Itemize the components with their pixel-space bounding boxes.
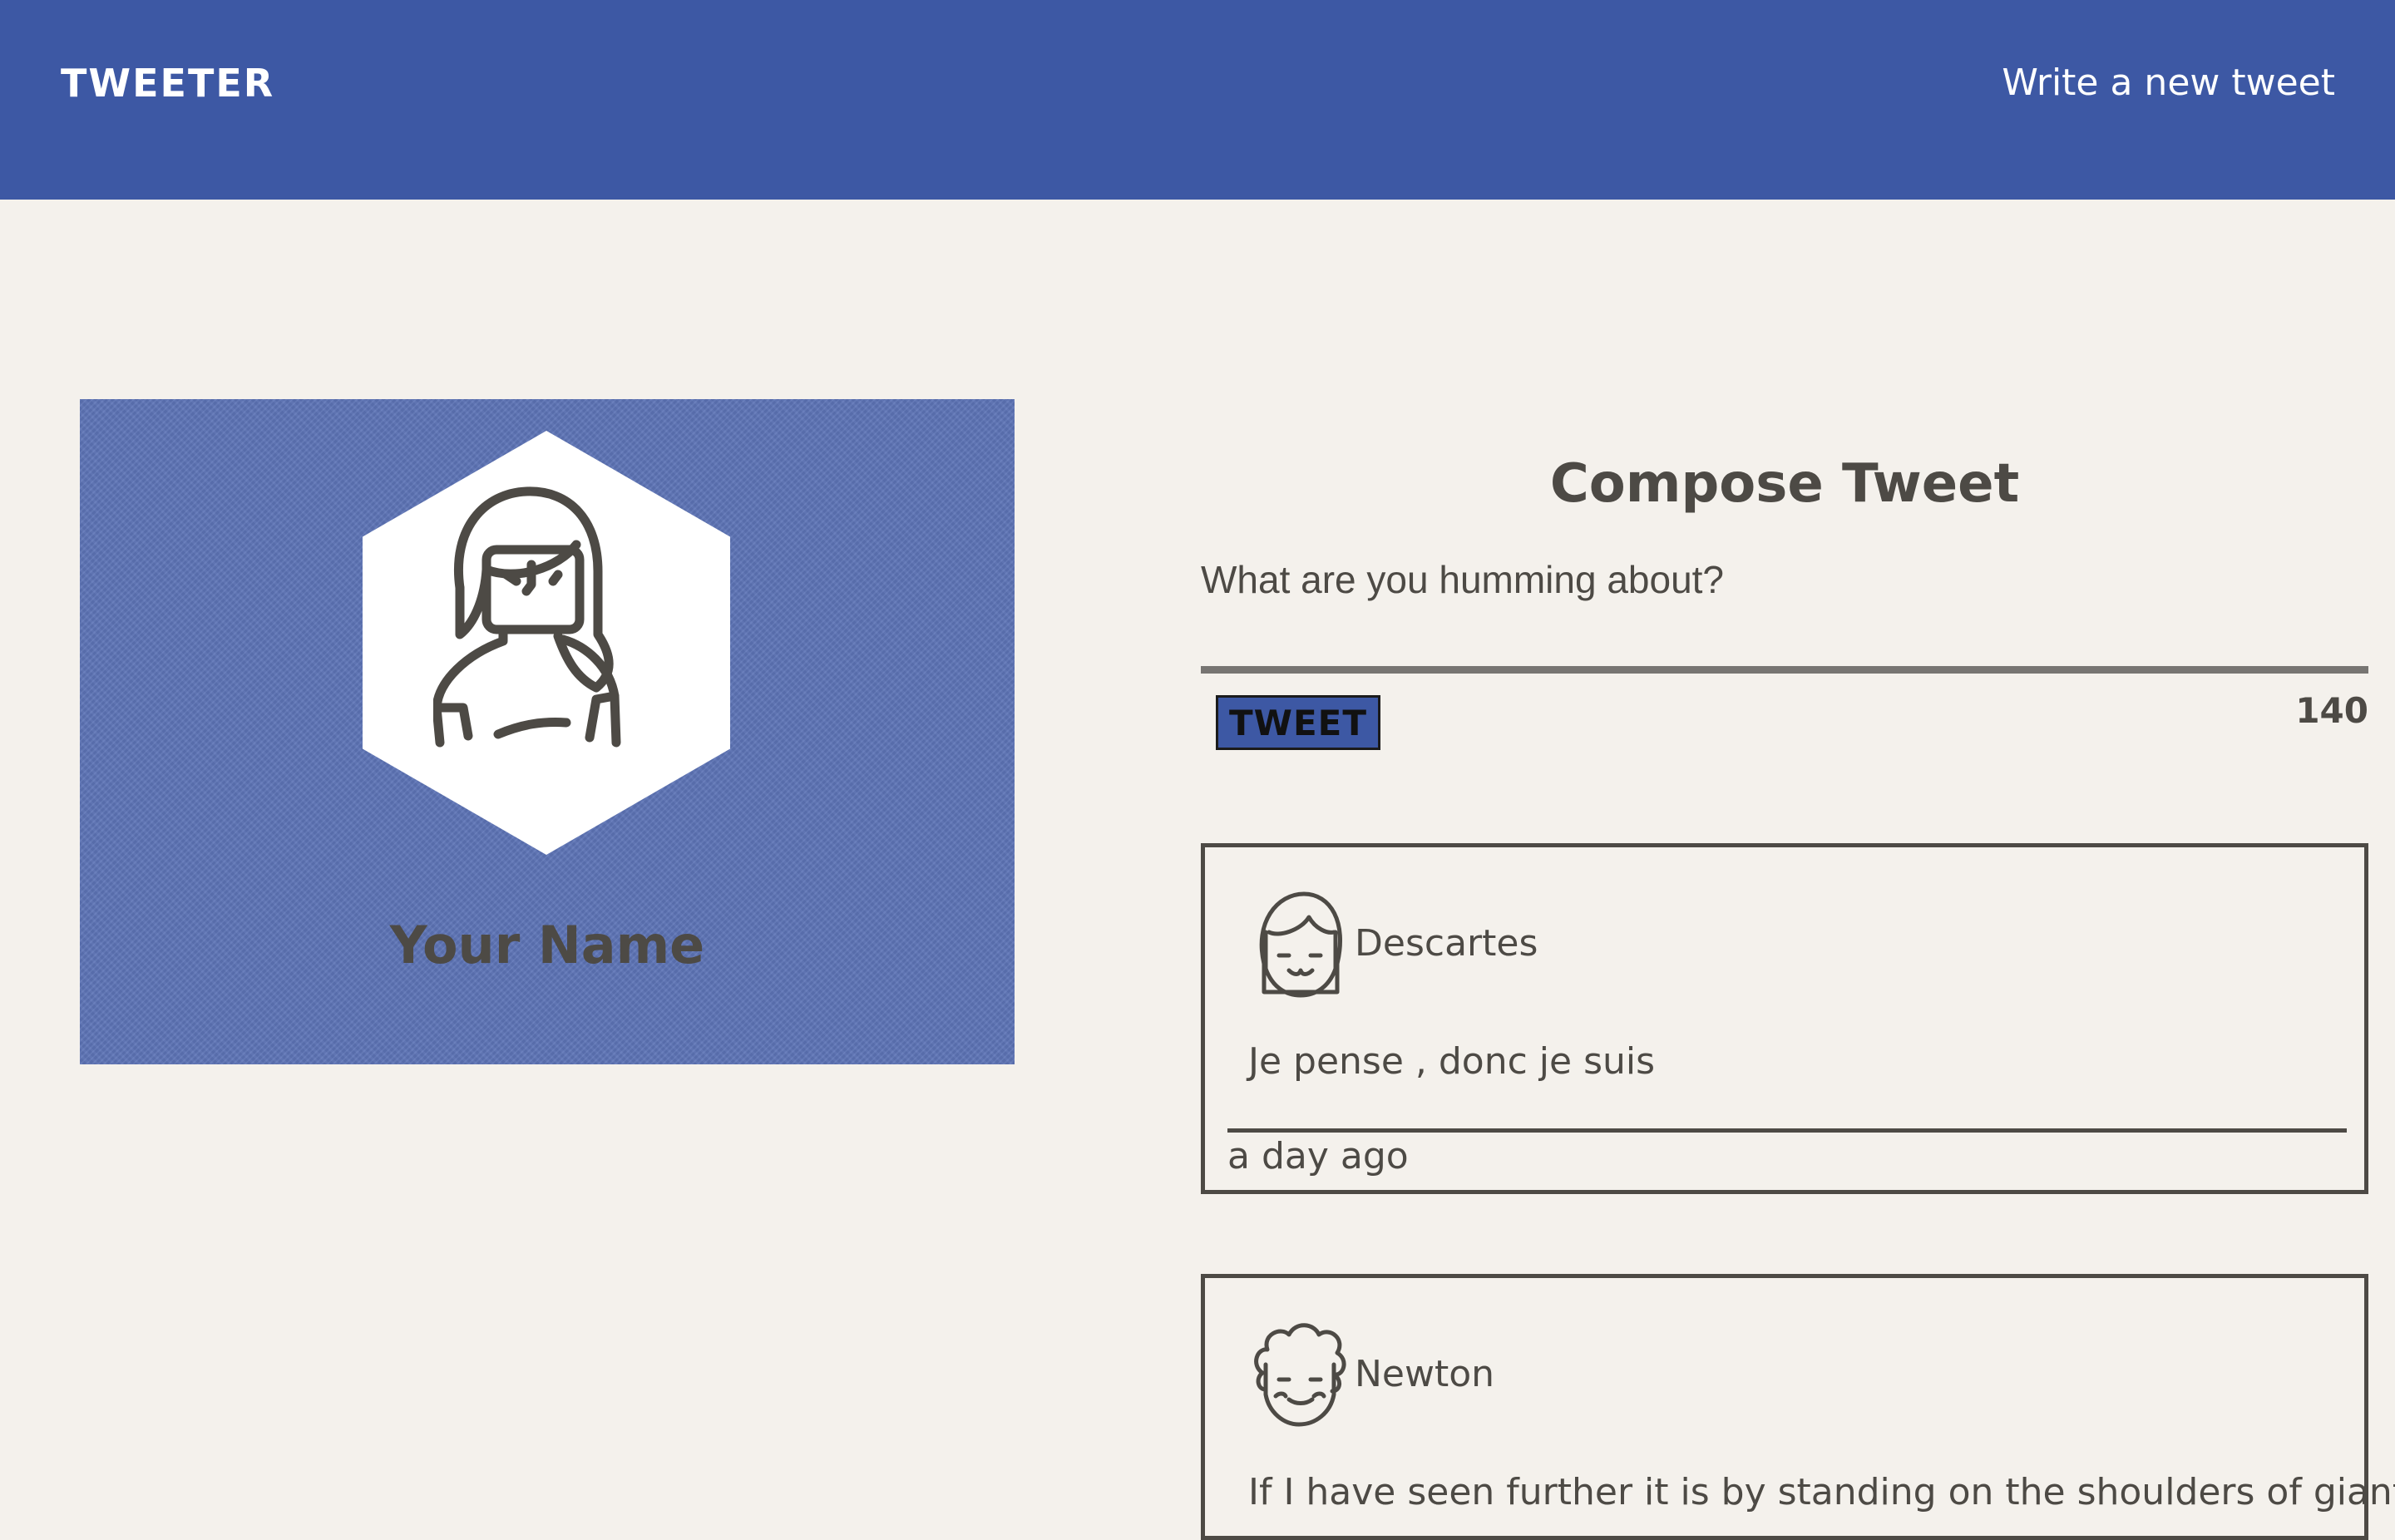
character-counter: 140: [2295, 690, 2368, 731]
tweet-card: Descartes Je pense , donc je suis a day …: [1201, 843, 2368, 1194]
tweet-author-name[interactable]: Descartes: [1355, 922, 1538, 965]
profile-name: Your Name: [389, 915, 705, 975]
tweet-author-name[interactable]: Newton: [1355, 1353, 1494, 1395]
tweet-content: Je pense , donc je suis: [1248, 1040, 1656, 1083]
compose-title: Compose Tweet: [1549, 453, 2020, 515]
tweet-submit-button[interactable]: TWEET: [1216, 695, 1380, 750]
top-navbar: TWEETER Write a new tweet: [0, 0, 2395, 200]
tweet-content: If I have seen further it is by standing…: [1248, 1471, 2395, 1513]
brand-logo[interactable]: TWEETER: [61, 60, 274, 106]
compose-tweet-section: Compose Tweet TWEET 140: [1201, 441, 2368, 750]
write-new-tweet-link[interactable]: Write a new tweet: [2002, 60, 2335, 106]
curly-hair-face-avatar-icon: [1254, 1323, 1346, 1427]
tweet-divider: [1227, 1128, 2347, 1133]
profile-card: Your Name: [80, 399, 1015, 1064]
user-avatar-icon: [433, 486, 621, 748]
tweet-text-input[interactable]: [1201, 557, 2368, 674]
tweet-timestamp: a day ago: [1227, 1135, 1409, 1177]
tweet-card: Newton If I have seen further it is by s…: [1201, 1274, 2395, 1540]
girl-face-avatar-icon: [1259, 891, 1342, 998]
